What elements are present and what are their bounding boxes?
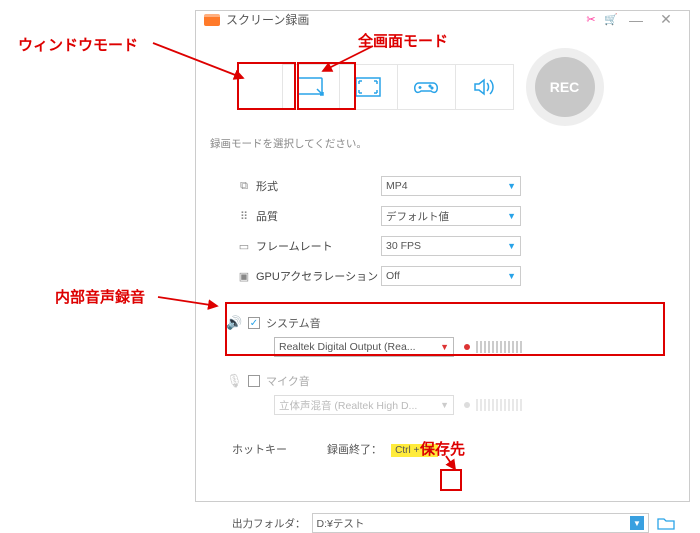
app-window: スクリーン録画 ✂ 🛒 — ✕ REC 録画モードを選択してください。 ⧉ 形式… xyxy=(195,10,690,502)
output-folder-path: D:¥テスト xyxy=(317,516,365,531)
annotation-window-mode: ウィンドウモード xyxy=(18,34,138,55)
app-icon xyxy=(204,14,220,26)
chevron-down-icon: ▼ xyxy=(440,342,449,352)
titlebar: スクリーン録画 ✂ 🛒 — ✕ xyxy=(196,11,689,28)
mode-audio[interactable] xyxy=(456,64,514,110)
settings-panel: ⧉ 形式 MP4▼ ⠿ 品質 デフォルト値▼ ▭ フレームレート 30 FPS▼… xyxy=(196,171,689,291)
cart-icon[interactable]: 🛒 xyxy=(601,13,621,26)
mode-game[interactable] xyxy=(398,64,456,110)
system-audio-label: システム音 xyxy=(266,315,321,331)
chevron-down-icon: ▼ xyxy=(440,400,449,410)
quality-icon: ⠿ xyxy=(232,210,256,223)
hotkey-label: ホットキー xyxy=(232,441,287,457)
output-row: 出力フォルダ： D:¥テスト ▼ xyxy=(196,513,689,533)
gamepad-icon xyxy=(411,75,441,99)
quality-select[interactable]: デフォルト値▼ xyxy=(381,206,521,226)
rec-wrap: REC xyxy=(526,48,604,126)
mode-hint: 録画モードを選択してください。 xyxy=(210,136,689,151)
format-label: 形式 xyxy=(256,178,381,194)
close-button[interactable]: ✕ xyxy=(651,11,681,28)
scissors-icon[interactable]: ✂ xyxy=(581,13,601,26)
system-audio-checkbox[interactable]: ✓ xyxy=(248,317,260,329)
mic-audio-device-select: 立体声混音 (Realtek High D...▼ xyxy=(274,395,454,415)
mic-audio-level xyxy=(464,399,522,411)
fps-icon: ▭ xyxy=(232,240,256,253)
output-folder-field[interactable]: D:¥テスト ▼ xyxy=(312,513,650,533)
system-audio-level xyxy=(464,341,522,353)
fps-select[interactable]: 30 FPS▼ xyxy=(381,236,521,256)
gpu-icon: ▣ xyxy=(232,270,256,283)
chevron-down-icon: ▼ xyxy=(507,241,516,251)
chevron-down-icon: ▼ xyxy=(507,211,516,221)
app-title: スクリーン録画 xyxy=(226,11,309,28)
annotation-internal-audio: 内部音声録音 xyxy=(55,286,145,307)
output-label: 出力フォルダ： xyxy=(232,516,306,531)
mic-icon: 🎙 xyxy=(226,373,248,389)
annotation-full-mode: 全画面モード xyxy=(358,30,448,51)
quality-label: 品質 xyxy=(256,208,381,224)
speaker-icon: 🔊 xyxy=(226,315,248,331)
rec-button[interactable]: REC xyxy=(535,57,595,117)
audio-panel: 🔊 ✓ システム音 Realtek Digital Output (Rea...… xyxy=(196,315,689,415)
minimize-button[interactable]: — xyxy=(621,12,651,28)
fps-label: フレームレート xyxy=(256,238,381,254)
output-folder-chevron[interactable]: ▼ xyxy=(630,516,644,530)
hotkey-end-label: 録画終了： xyxy=(327,444,382,456)
mode-window[interactable] xyxy=(282,64,340,110)
window-mode-icon xyxy=(296,75,326,99)
format-select[interactable]: MP4▼ xyxy=(381,176,521,196)
mode-bar: REC xyxy=(196,48,689,126)
speaker-icon xyxy=(469,75,499,99)
format-icon: ⧉ xyxy=(232,180,256,193)
system-audio-device-select[interactable]: Realtek Digital Output (Rea...▼ xyxy=(274,337,454,357)
fullscreen-mode-icon xyxy=(353,75,383,99)
mode-fullscreen[interactable] xyxy=(340,64,398,110)
mic-audio-checkbox[interactable]: ✓ xyxy=(248,375,260,387)
folder-icon[interactable] xyxy=(657,516,675,530)
chevron-down-icon: ▼ xyxy=(507,181,516,191)
annotation-save-dest: 保存先 xyxy=(420,438,465,459)
gpu-select[interactable]: Off▼ xyxy=(381,266,521,286)
gpu-label: GPUアクセラレーション xyxy=(256,268,381,284)
mic-audio-label: マイク音 xyxy=(266,373,310,389)
chevron-down-icon: ▼ xyxy=(507,271,516,281)
